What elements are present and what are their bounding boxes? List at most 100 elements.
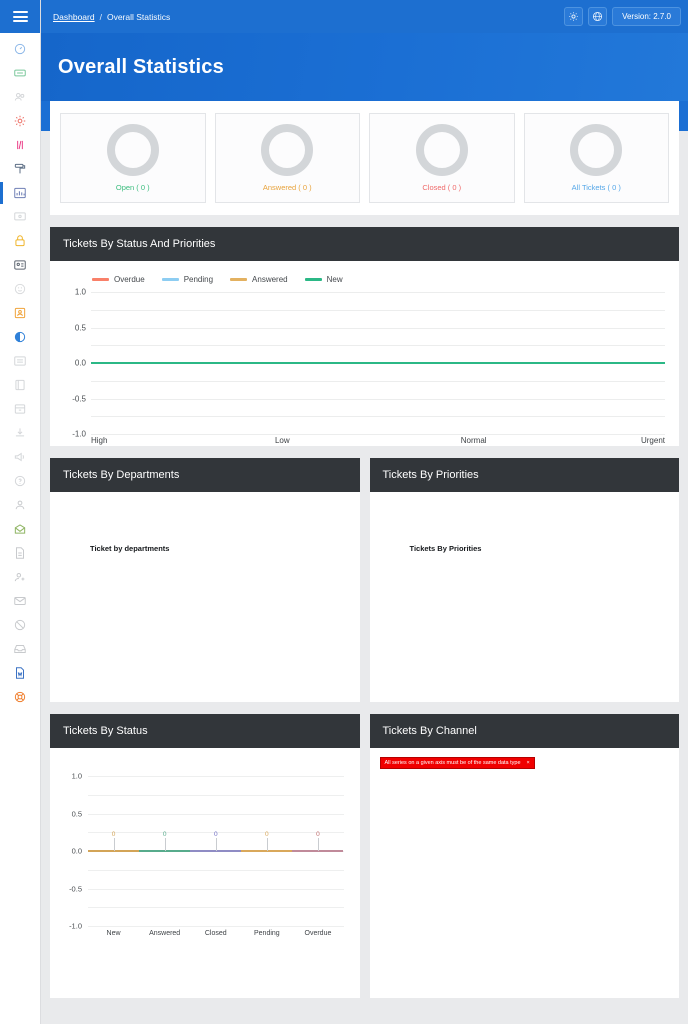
stat-card-label: Answered ( 0 ) bbox=[262, 183, 312, 192]
gridline bbox=[91, 380, 665, 382]
chart-x-axis: High Low Normal Urgent bbox=[91, 434, 665, 448]
sidebar-item-archive[interactable] bbox=[0, 397, 40, 421]
gridline bbox=[91, 309, 665, 311]
inbox-tray-icon bbox=[14, 645, 26, 653]
sidebar-item-statistics[interactable] bbox=[0, 181, 40, 205]
panel-title: Tickets By Departments bbox=[50, 458, 360, 492]
breadcrumb-separator: / bbox=[99, 11, 102, 22]
globe-icon bbox=[593, 11, 603, 22]
sidebar-item-appearance[interactable] bbox=[0, 157, 40, 181]
y-axis-tick: 1.0 bbox=[74, 287, 86, 297]
gridline bbox=[88, 794, 344, 796]
paint-roller-icon bbox=[14, 163, 26, 174]
y-axis-tick: -0.5 bbox=[72, 394, 86, 403]
sidebar-item-profile[interactable] bbox=[0, 493, 40, 517]
sidebar-item-screen[interactable] bbox=[0, 205, 40, 229]
page-body: Open ( 0 ) Answered ( 0 ) Closed ( 0 ) All … bbox=[41, 101, 688, 1024]
gridline bbox=[91, 398, 665, 400]
page-title: Overall Statistics bbox=[58, 55, 224, 78]
legend-item-pending[interactable]: Pending bbox=[161, 275, 213, 284]
legend-label: Answered bbox=[252, 275, 288, 284]
sidebar-item-list[interactable] bbox=[0, 349, 40, 373]
sidebar-item-brightness[interactable] bbox=[0, 325, 40, 349]
list-icon bbox=[14, 356, 26, 366]
legend-label: New bbox=[326, 275, 343, 284]
language-button[interactable] bbox=[588, 7, 608, 26]
stat-card-2[interactable]: Closed ( 0 ) bbox=[369, 113, 515, 203]
megaphone-icon bbox=[14, 452, 24, 462]
person-add-icon bbox=[14, 573, 25, 582]
sidebar-item-document[interactable] bbox=[0, 541, 40, 565]
sidebar-item-code[interactable] bbox=[0, 133, 40, 157]
point-stem bbox=[215, 838, 217, 851]
data-point-label: 0 bbox=[162, 831, 167, 838]
contrast-circle-icon bbox=[14, 331, 26, 343]
sidebar-item-security[interactable] bbox=[0, 229, 40, 253]
data-point-label: 0 bbox=[316, 831, 320, 838]
gridline bbox=[88, 776, 344, 777]
sidebar-item-users[interactable] bbox=[0, 85, 40, 109]
version-badge[interactable]: Version: 2.7.0 bbox=[612, 7, 681, 26]
sidebar-item-dashboard[interactable] bbox=[0, 37, 40, 61]
y-axis-tick: 1.0 bbox=[71, 771, 82, 781]
sidebar-item-book[interactable] bbox=[0, 373, 40, 397]
panel-body: Ticket by departments bbox=[50, 492, 360, 702]
y-axis-tick: 0.0 bbox=[71, 846, 82, 856]
legend-swatch bbox=[230, 278, 248, 281]
chart-status-priorities: Overdue Pending Answered New 1.0 0.5 0.0 -0.5 -… bbox=[50, 261, 679, 446]
document-icon bbox=[16, 547, 24, 559]
panel-title: Tickets By Status bbox=[50, 714, 360, 748]
sidebar-item-id-card[interactable] bbox=[0, 253, 40, 277]
legend-item-overdue[interactable]: Overdue bbox=[92, 275, 145, 284]
sidebar-item-settings[interactable] bbox=[0, 109, 40, 133]
sidebar-item-ban[interactable] bbox=[0, 613, 40, 637]
page-header: Overall Statistics bbox=[41, 33, 688, 101]
word-file-icon bbox=[16, 667, 24, 679]
sidebar-item-staff[interactable] bbox=[0, 301, 40, 325]
sidebar-item-add-user[interactable] bbox=[0, 565, 40, 589]
stat-card-label: Closed ( 0 ) bbox=[422, 183, 462, 192]
stat-card-3[interactable]: All Tickets ( 0 ) bbox=[523, 113, 669, 203]
sidebar-item-mail-open[interactable] bbox=[0, 517, 40, 541]
sidebar-item-help[interactable] bbox=[0, 469, 40, 493]
sidebar-item-inbox-tray[interactable] bbox=[0, 637, 40, 661]
sidebar-item-inbox[interactable] bbox=[0, 589, 40, 613]
breadcrumb-dashboard-link[interactable]: Dashboard bbox=[53, 12, 95, 22]
stat-card-1[interactable]: Answered ( 0 ) bbox=[214, 113, 360, 203]
gridline bbox=[88, 813, 344, 815]
question-badge-icon bbox=[14, 475, 26, 487]
monitor-icon bbox=[14, 212, 26, 221]
gridline bbox=[91, 345, 665, 347]
open-envelope-icon bbox=[14, 524, 26, 534]
close-icon[interactable]: × bbox=[527, 760, 530, 766]
data-point-label: 0 bbox=[265, 831, 269, 838]
stat-card-label: All Tickets ( 0 ) bbox=[571, 183, 621, 192]
menu-toggle-button[interactable] bbox=[0, 0, 40, 33]
panel-title: Tickets By Channel bbox=[369, 714, 679, 748]
sidebar-item-announcement[interactable] bbox=[0, 445, 40, 469]
gridline bbox=[88, 926, 344, 927]
legend-item-answered[interactable]: Answered bbox=[230, 275, 288, 284]
sidebar-item-emoji[interactable] bbox=[0, 277, 40, 301]
x-axis-tick: Low bbox=[274, 436, 290, 445]
panel-body: Overdue Pending Answered New 1.0 0.5 0.0 -0.5 -… bbox=[50, 261, 679, 446]
stat-card-0[interactable]: Open ( 0 ) bbox=[60, 113, 206, 203]
settings-button[interactable] bbox=[564, 7, 584, 26]
sidebar-item-support[interactable] bbox=[0, 685, 40, 709]
data-point-label: 0 bbox=[111, 831, 116, 838]
x-axis-tick: Normal bbox=[460, 436, 487, 445]
sidebar-item-tickets[interactable] bbox=[0, 61, 40, 85]
donut-chart bbox=[106, 124, 159, 176]
legend-item-new[interactable]: New bbox=[304, 275, 343, 284]
lock-icon bbox=[15, 235, 25, 247]
panel-title: Tickets By Status And Priorities bbox=[50, 227, 679, 261]
sidebar-item-import[interactable] bbox=[0, 421, 40, 445]
ticket-icon bbox=[14, 69, 26, 77]
y-axis-tick: -1.0 bbox=[69, 921, 82, 931]
bar-chart-icon bbox=[14, 187, 26, 199]
donut-chart bbox=[415, 124, 468, 176]
panel-tickets-by-priorities: Tickets By Priorities Tickets By Priorit… bbox=[369, 458, 679, 702]
chart-priorities-caption: Tickets By Priorities bbox=[409, 544, 482, 553]
sidebar-item-word-doc[interactable] bbox=[0, 661, 40, 685]
top-bar: Dashboard / Overall Statistics Version: … bbox=[41, 0, 688, 33]
